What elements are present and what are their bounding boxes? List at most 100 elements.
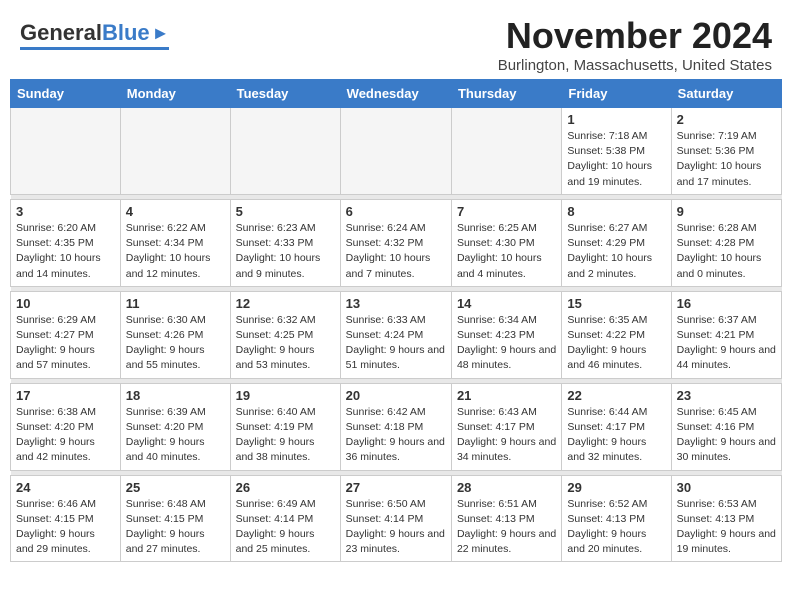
calendar-day-cell: 24 Sunrise: 6:46 AM Sunset: 4:15 PM Dayli… [11, 475, 121, 562]
day-info: Sunrise: 6:52 AM Sunset: 4:13 PM Dayligh… [567, 497, 665, 558]
day-info: Sunrise: 6:39 AM Sunset: 4:20 PM Dayligh… [126, 405, 225, 466]
calendar-day-cell: 8 Sunrise: 6:27 AM Sunset: 4:29 PM Daylig… [562, 199, 671, 286]
day-number: 8 [567, 204, 665, 219]
logo-general-text: General [20, 20, 102, 46]
day-info: Sunrise: 7:19 AM Sunset: 5:36 PM Dayligh… [677, 129, 776, 190]
day-number: 21 [457, 388, 556, 403]
header-monday: Monday [120, 80, 230, 108]
day-number: 15 [567, 296, 665, 311]
day-number: 26 [236, 480, 335, 495]
day-number: 18 [126, 388, 225, 403]
day-number: 9 [677, 204, 776, 219]
day-number: 28 [457, 480, 556, 495]
day-info: Sunrise: 6:38 AM Sunset: 4:20 PM Dayligh… [16, 405, 115, 466]
calendar-day-cell: 2Sunrise: 7:19 AM Sunset: 5:36 PM Daylig… [671, 108, 781, 195]
day-info: Sunrise: 6:37 AM Sunset: 4:21 PM Dayligh… [677, 313, 776, 374]
day-info: Sunrise: 6:25 AM Sunset: 4:30 PM Dayligh… [457, 221, 556, 282]
day-info: Sunrise: 6:42 AM Sunset: 4:18 PM Dayligh… [346, 405, 446, 466]
calendar-day-cell: 12Sunrise: 6:32 AM Sunset: 4:25 PM Dayli… [230, 291, 340, 378]
header-saturday: Saturday [671, 80, 781, 108]
day-info: Sunrise: 6:27 AM Sunset: 4:29 PM Dayligh… [567, 221, 665, 282]
calendar-day-cell: 16Sunrise: 6:37 AM Sunset: 4:21 PM Dayli… [671, 291, 781, 378]
day-info: Sunrise: 6:44 AM Sunset: 4:17 PM Dayligh… [567, 405, 665, 466]
day-number: 23 [677, 388, 776, 403]
calendar-day-cell: 6 Sunrise: 6:24 AM Sunset: 4:32 PM Daylig… [340, 199, 451, 286]
logo-blue-text: Blue [102, 20, 150, 46]
calendar-day-cell: 17 Sunrise: 6:38 AM Sunset: 4:20 PM Dayli… [11, 383, 121, 470]
calendar-day-cell [340, 108, 451, 195]
day-info: Sunrise: 6:29 AM Sunset: 4:27 PM Dayligh… [16, 313, 115, 374]
calendar-day-cell: 13 Sunrise: 6:33 AM Sunset: 4:24 PM Dayli… [340, 291, 451, 378]
day-number: 29 [567, 480, 665, 495]
calendar-day-cell: 10Sunrise: 6:29 AM Sunset: 4:27 PM Dayli… [11, 291, 121, 378]
title-block: November 2024 Burlington, Massachusetts,… [498, 15, 772, 74]
month-title: November 2024 [498, 15, 772, 57]
day-info: Sunrise: 6:46 AM Sunset: 4:15 PM Dayligh… [16, 497, 115, 558]
calendar-day-cell: 30Sunrise: 6:53 AM Sunset: 4:13 PM Dayli… [671, 475, 781, 562]
calendar-day-cell: 22 Sunrise: 6:44 AM Sunset: 4:17 PM Dayli… [562, 383, 671, 470]
day-info: Sunrise: 7:18 AM Sunset: 5:38 PM Dayligh… [567, 129, 665, 190]
day-info: Sunrise: 6:43 AM Sunset: 4:17 PM Dayligh… [457, 405, 556, 466]
header-tuesday: Tuesday [230, 80, 340, 108]
calendar-day-cell: 21 Sunrise: 6:43 AM Sunset: 4:17 PM Dayli… [451, 383, 561, 470]
header: General Blue ► November 2024 Burlington,… [0, 0, 792, 79]
day-info: Sunrise: 6:23 AM Sunset: 4:33 PM Dayligh… [236, 221, 335, 282]
calendar-header-row: Sunday Monday Tuesday Wednesday Thursday… [11, 80, 782, 108]
location: Burlington, Massachusetts, United States [498, 57, 772, 74]
day-info: Sunrise: 6:30 AM Sunset: 4:26 PM Dayligh… [126, 313, 225, 374]
calendar-day-cell: 14 Sunrise: 6:34 AM Sunset: 4:23 PM Dayli… [451, 291, 561, 378]
calendar-day-cell: 27 Sunrise: 6:50 AM Sunset: 4:14 PM Dayli… [340, 475, 451, 562]
header-friday: Friday [562, 80, 671, 108]
day-info: Sunrise: 6:28 AM Sunset: 4:28 PM Dayligh… [677, 221, 776, 282]
day-number: 20 [346, 388, 446, 403]
calendar-day-cell: 19Sunrise: 6:40 AM Sunset: 4:19 PM Dayli… [230, 383, 340, 470]
day-number: 1 [567, 112, 665, 127]
day-number: 11 [126, 296, 225, 311]
calendar-day-cell [230, 108, 340, 195]
day-number: 14 [457, 296, 556, 311]
calendar-table: Sunday Monday Tuesday Wednesday Thursday… [10, 79, 782, 562]
day-number: 13 [346, 296, 446, 311]
day-number: 5 [236, 204, 335, 219]
day-info: Sunrise: 6:33 AM Sunset: 4:24 PM Dayligh… [346, 313, 446, 374]
day-info: Sunrise: 6:51 AM Sunset: 4:13 PM Dayligh… [457, 497, 556, 558]
calendar-day-cell: 23 Sunrise: 6:45 AM Sunset: 4:16 PM Dayli… [671, 383, 781, 470]
calendar-day-cell: 29 Sunrise: 6:52 AM Sunset: 4:13 PM Dayli… [562, 475, 671, 562]
calendar-day-cell: 20 Sunrise: 6:42 AM Sunset: 4:18 PM Dayli… [340, 383, 451, 470]
day-number: 7 [457, 204, 556, 219]
calendar-week-row: 17 Sunrise: 6:38 AM Sunset: 4:20 PM Dayli… [11, 383, 782, 470]
day-number: 24 [16, 480, 115, 495]
calendar-week-row: 24 Sunrise: 6:46 AM Sunset: 4:15 PM Dayli… [11, 475, 782, 562]
header-thursday: Thursday [451, 80, 561, 108]
calendar-week-row: 10Sunrise: 6:29 AM Sunset: 4:27 PM Dayli… [11, 291, 782, 378]
calendar-day-cell: 3 Sunrise: 6:20 AM Sunset: 4:35 PM Daylig… [11, 199, 121, 286]
calendar-day-cell: 9 Sunrise: 6:28 AM Sunset: 4:28 PM Daylig… [671, 199, 781, 286]
day-number: 22 [567, 388, 665, 403]
day-info: Sunrise: 6:45 AM Sunset: 4:16 PM Dayligh… [677, 405, 776, 466]
calendar-day-cell: 18 Sunrise: 6:39 AM Sunset: 4:20 PM Dayli… [120, 383, 230, 470]
day-info: Sunrise: 6:35 AM Sunset: 4:22 PM Dayligh… [567, 313, 665, 374]
day-number: 25 [126, 480, 225, 495]
day-info: Sunrise: 6:50 AM Sunset: 4:14 PM Dayligh… [346, 497, 446, 558]
day-info: Sunrise: 6:20 AM Sunset: 4:35 PM Dayligh… [16, 221, 115, 282]
day-number: 30 [677, 480, 776, 495]
header-wednesday: Wednesday [340, 80, 451, 108]
day-number: 17 [16, 388, 115, 403]
day-number: 6 [346, 204, 446, 219]
calendar-day-cell: 7 Sunrise: 6:25 AM Sunset: 4:30 PM Daylig… [451, 199, 561, 286]
calendar-day-cell: 11 Sunrise: 6:30 AM Sunset: 4:26 PM Dayli… [120, 291, 230, 378]
day-number: 12 [236, 296, 335, 311]
day-info: Sunrise: 6:24 AM Sunset: 4:32 PM Dayligh… [346, 221, 446, 282]
calendar-day-cell [120, 108, 230, 195]
logo-underline [20, 47, 169, 50]
calendar-week-row: 1 Sunrise: 7:18 AM Sunset: 5:38 PM Daylig… [11, 108, 782, 195]
calendar-day-cell [451, 108, 561, 195]
day-number: 27 [346, 480, 446, 495]
logo-icon: ► [152, 23, 170, 44]
day-number: 3 [16, 204, 115, 219]
day-info: Sunrise: 6:34 AM Sunset: 4:23 PM Dayligh… [457, 313, 556, 374]
calendar-day-cell: 28 Sunrise: 6:51 AM Sunset: 4:13 PM Dayli… [451, 475, 561, 562]
day-info: Sunrise: 6:48 AM Sunset: 4:15 PM Dayligh… [126, 497, 225, 558]
day-info: Sunrise: 6:49 AM Sunset: 4:14 PM Dayligh… [236, 497, 335, 558]
calendar-day-cell: 26 Sunrise: 6:49 AM Sunset: 4:14 PM Dayli… [230, 475, 340, 562]
